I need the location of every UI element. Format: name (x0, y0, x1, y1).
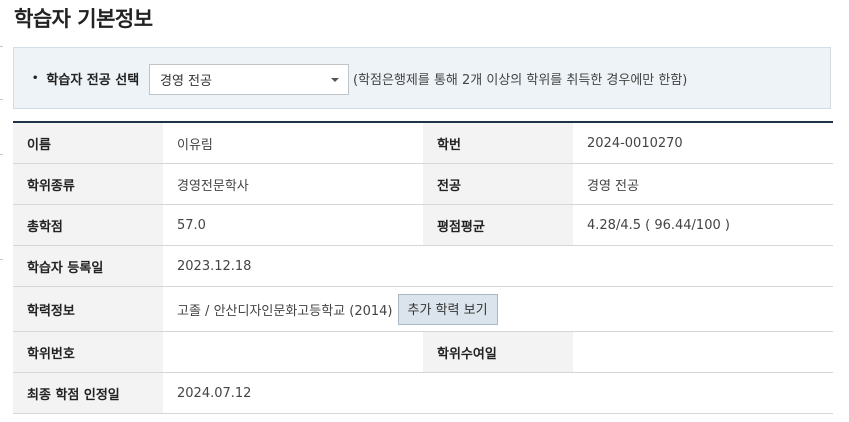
major-selector-label: 학습자 전공 선택 (46, 72, 140, 88)
table-row: 학위종류 경영전문학사 전공 경영 전공 (13, 163, 833, 205)
edge-marker (0, 46, 3, 47)
major-select-value: 경영 전공 (160, 74, 212, 89)
education-value: 고졸 / 안산디자인문화고등학교 (2014) (177, 303, 393, 319)
registration-date-value: 2023.12.18 (163, 245, 833, 287)
student-id-value: 2024-0010270 (573, 122, 833, 164)
table-row: 총학점 57.0 평점평균 4.28/4.5 ( 96.44/100 ) (13, 204, 833, 246)
learner-info-table: 이름 이유림 학번 2024-0010270 학위종류 경영전문학사 전공 경영… (13, 121, 833, 414)
major-selector-note: (학점은행제를 통해 2개 이상의 학위를 취득한 경우에만 한함) (353, 72, 688, 88)
major-selector-label-group: • 학습자 전공 선택 (32, 48, 139, 108)
final-credit-date-label: 최종 학점 인정일 (13, 372, 163, 414)
bullet-icon: • (32, 72, 39, 84)
degree-award-date-label: 학위수여일 (423, 331, 573, 373)
education-cell: 고졸 / 안산디자인문화고등학교 (2014) 추가 학력 보기 (163, 286, 833, 332)
table-row: 학위번호 학위수여일 (13, 331, 833, 373)
page-title: 학습자 기본정보 (14, 7, 153, 31)
major-value: 경영 전공 (573, 163, 833, 205)
total-credits-value: 57.0 (163, 204, 423, 246)
edge-marker (0, 99, 3, 100)
degree-type-label: 학위종류 (13, 163, 163, 205)
major-selector-panel: • 학습자 전공 선택 경영 전공 (학점은행제를 통해 2개 이상의 학위를 … (13, 47, 831, 109)
name-label: 이름 (13, 122, 163, 164)
chevron-down-icon (331, 78, 339, 82)
name-value: 이유림 (163, 122, 423, 164)
total-credits-label: 총학점 (13, 204, 163, 246)
final-credit-date-value: 2024.07.12 (163, 372, 833, 414)
table-row: 학습자 등록일 2023.12.18 (13, 245, 833, 287)
degree-number-label: 학위번호 (13, 331, 163, 373)
gpa-label: 평점평균 (423, 204, 573, 246)
more-education-button[interactable]: 추가 학력 보기 (397, 293, 498, 325)
edge-marker (0, 259, 3, 260)
student-id-label: 학번 (423, 122, 573, 164)
gpa-value: 4.28/4.5 ( 96.44/100 ) (573, 204, 833, 246)
major-label: 전공 (423, 163, 573, 205)
major-select-dropdown[interactable]: 경영 전공 (149, 64, 349, 95)
table-row: 이름 이유림 학번 2024-0010270 (13, 122, 833, 164)
table-row: 최종 학점 인정일 2024.07.12 (13, 372, 833, 414)
edge-marker (0, 154, 3, 155)
education-label: 학력정보 (13, 286, 163, 332)
table-row: 학력정보 고졸 / 안산디자인문화고등학교 (2014) 추가 학력 보기 (13, 286, 833, 332)
registration-date-label: 학습자 등록일 (13, 245, 163, 287)
degree-number-value (163, 331, 423, 373)
degree-award-date-value (573, 331, 833, 373)
degree-type-value: 경영전문학사 (163, 163, 423, 205)
